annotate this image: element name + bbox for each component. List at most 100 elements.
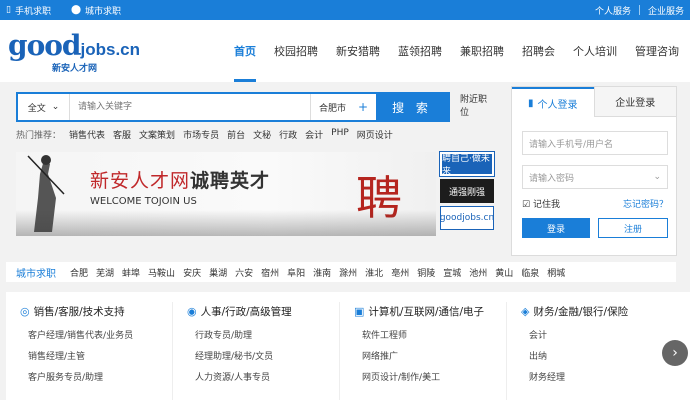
- city-label: 合肥市: [319, 103, 347, 114]
- city-link[interactable]: 宣城: [443, 266, 461, 279]
- ad-3[interactable]: goodjobs.cn: [440, 206, 494, 230]
- hot-item[interactable]: 网页设计: [357, 128, 393, 142]
- nav-jobfair[interactable]: 招聘会: [513, 20, 564, 82]
- category-item[interactable]: 软件工程师: [354, 328, 506, 341]
- hot-item[interactable]: 销售代表: [69, 128, 105, 142]
- search-button[interactable]: 搜 索: [376, 94, 448, 120]
- category-item[interactable]: 人力资源/人事专员: [187, 370, 339, 383]
- city-select[interactable]: 合肥市 +: [310, 94, 376, 120]
- city-link[interactable]: 铜陵: [417, 266, 435, 279]
- header: goodjobs.cn 新安人才网 首页 校园招聘 新安猎聘 蓝领招聘 兼职招聘…: [0, 20, 690, 82]
- city-link[interactable]: 芜湖: [96, 266, 114, 279]
- category-item[interactable]: 网络推广: [354, 349, 506, 362]
- city-link[interactable]: 蚌埠: [122, 266, 140, 279]
- hot-item[interactable]: 客服: [113, 128, 131, 142]
- category-item[interactable]: 财务经理: [521, 370, 674, 383]
- ink-mountain: [16, 210, 436, 236]
- personal-service-link[interactable]: 个人服务: [595, 4, 631, 17]
- nearby-jobs-link[interactable]: 附近职位: [460, 94, 490, 120]
- tab-company-login[interactable]: 企业登录: [593, 87, 676, 117]
- divider: [638, 5, 640, 15]
- logo-jobs: jobs.cn: [80, 40, 141, 59]
- site-logo[interactable]: goodjobs.cn 新安人才网: [8, 32, 141, 75]
- mobile-job-link[interactable]: 手机求职: [15, 4, 51, 17]
- remember-checkbox[interactable]: ☑ 记住我: [522, 197, 560, 210]
- city-link[interactable]: 阜阳: [287, 266, 305, 279]
- nav-headhunt[interactable]: 新安猎聘: [327, 20, 389, 82]
- nav-training[interactable]: 个人培训: [564, 20, 626, 82]
- headset-icon: ◎: [20, 304, 30, 318]
- category-title[interactable]: 销售/客服/技术支持: [34, 304, 125, 319]
- search-box: 全文 ⌄ 合肥市 + 搜 索: [16, 92, 450, 122]
- category-column: ◉ 人事/行政/高级管理 行政专员/助理 经理助理/秘书/文员 人力资源/人事专员: [173, 302, 340, 400]
- search-area: 全文 ⌄ 合肥市 + 搜 索 附近职位 热门推荐： 销售代表 客服 文案策划 市…: [16, 92, 495, 236]
- city-link[interactable]: 淮南: [313, 266, 331, 279]
- job-categories: ◎ 销售/客服/技术支持 客户经理/销售代表/业务员 销售经理/主管 客户服务专员…: [6, 292, 690, 400]
- monitor-icon: ▣: [354, 304, 365, 318]
- category-item[interactable]: 客户服务专员/助理: [20, 370, 172, 383]
- chevron-right-icon: ›: [672, 345, 678, 361]
- city-link[interactable]: 黄山: [495, 266, 513, 279]
- category-title[interactable]: 人事/行政/高级管理: [201, 304, 292, 319]
- forgot-password-link[interactable]: 忘记密码？: [623, 197, 668, 210]
- hot-item[interactable]: 文秘: [253, 128, 271, 142]
- category-column: ▣ 计算机/互联网/通信/电子 软件工程师 网络推广 网页设计/制作/美工: [340, 302, 507, 400]
- category-item[interactable]: 出纳: [521, 349, 674, 362]
- category-column: ◈ 财务/金融/银行/保险 会计 出纳 财务经理: [507, 302, 674, 400]
- promo-banner[interactable]: 新安人才网诚聘英才 WELCOME TOJOIN US 聘: [16, 152, 436, 236]
- category-item[interactable]: 会计: [521, 328, 674, 341]
- banner-title: 新安人才网诚聘英才: [90, 170, 271, 192]
- hot-item[interactable]: 文案策划: [139, 128, 175, 142]
- search-category-label: 全文: [27, 103, 46, 114]
- category-item[interactable]: 销售经理/主管: [20, 349, 172, 362]
- category-column: ◎ 销售/客服/技术支持 客户经理/销售代表/业务员 销售经理/主管 客户服务专员…: [6, 302, 173, 400]
- hot-item[interactable]: 前台: [227, 128, 245, 142]
- city-list: 城市求职 合肥 芜湖 蚌埠 马鞍山 安庆 巢湖 六安 宿州 阜阳 淮南 滁州 淮…: [6, 262, 676, 282]
- hot-item[interactable]: 会计: [305, 128, 323, 142]
- category-item[interactable]: 客户经理/销售代表/业务员: [20, 328, 172, 341]
- city-link[interactable]: 巢湖: [209, 266, 227, 279]
- city-link[interactable]: 六安: [235, 266, 253, 279]
- city-link[interactable]: 临泉: [521, 266, 539, 279]
- username-field[interactable]: 请输入手机号/用户名: [522, 131, 668, 155]
- city-link[interactable]: 池州: [469, 266, 487, 279]
- tab-personal-login[interactable]: ▮ 个人登录: [512, 87, 594, 117]
- nav-home[interactable]: 首页: [225, 20, 265, 82]
- city-link[interactable]: 亳州: [391, 266, 409, 279]
- city-link[interactable]: 合肥: [70, 266, 88, 279]
- category-title[interactable]: 计算机/互联网/通信/电子: [368, 304, 484, 319]
- password-field[interactable]: 请输入密码 ⌄: [522, 165, 668, 189]
- search-category-select[interactable]: 全文 ⌄: [18, 94, 70, 120]
- login-panel: ▮ 个人登录 企业登录 请输入手机号/用户名 请输入密码 ⌄ ☑ 记住我 忘记密…: [511, 86, 677, 256]
- nav-parttime[interactable]: 兼职招聘: [451, 20, 513, 82]
- category-item[interactable]: 行政专员/助理: [187, 328, 339, 341]
- category-title[interactable]: 财务/金融/银行/保险: [533, 304, 628, 319]
- city-job-link[interactable]: 城市求职: [85, 4, 121, 17]
- ad-2[interactable]: 通强刚强: [440, 179, 494, 203]
- register-button[interactable]: 注册: [598, 218, 668, 238]
- eye-icon: ⌄: [653, 172, 661, 182]
- city-link[interactable]: 滁州: [339, 266, 357, 279]
- main-nav: 首页 校园招聘 新安猎聘 蓝领招聘 兼职招聘 招聘会 个人培训 管理咨询: [225, 20, 688, 82]
- city-link[interactable]: 马鞍山: [148, 266, 175, 279]
- city-link[interactable]: 淮北: [365, 266, 383, 279]
- nav-campus[interactable]: 校园招聘: [265, 20, 327, 82]
- login-button[interactable]: 登录: [522, 218, 590, 238]
- hot-item[interactable]: 市场专员: [183, 128, 219, 142]
- nav-bluecollar[interactable]: 蓝领招聘: [389, 20, 451, 82]
- hot-item[interactable]: PHP: [331, 128, 349, 142]
- company-service-link[interactable]: 企业服务: [648, 4, 684, 17]
- plus-icon: +: [357, 100, 368, 114]
- top-bar: ▯ 手机求职 ⬤ 城市求职 个人服务 企业服务: [0, 0, 690, 20]
- next-arrow-button[interactable]: ›: [662, 340, 688, 366]
- category-item[interactable]: 经理助理/秘书/文员: [187, 349, 339, 362]
- search-input[interactable]: [70, 94, 310, 120]
- city-link[interactable]: 安庆: [183, 266, 201, 279]
- city-link[interactable]: 桐城: [547, 266, 565, 279]
- category-item[interactable]: 网页设计/制作/美工: [354, 370, 506, 383]
- ad-1[interactable]: 聘自己·做未来: [439, 151, 495, 177]
- nav-consulting[interactable]: 管理咨询: [626, 20, 688, 82]
- city-link[interactable]: 宿州: [261, 266, 279, 279]
- banner-subtitle: WELCOME TOJOIN US: [90, 196, 197, 207]
- hot-item[interactable]: 行政: [279, 128, 297, 142]
